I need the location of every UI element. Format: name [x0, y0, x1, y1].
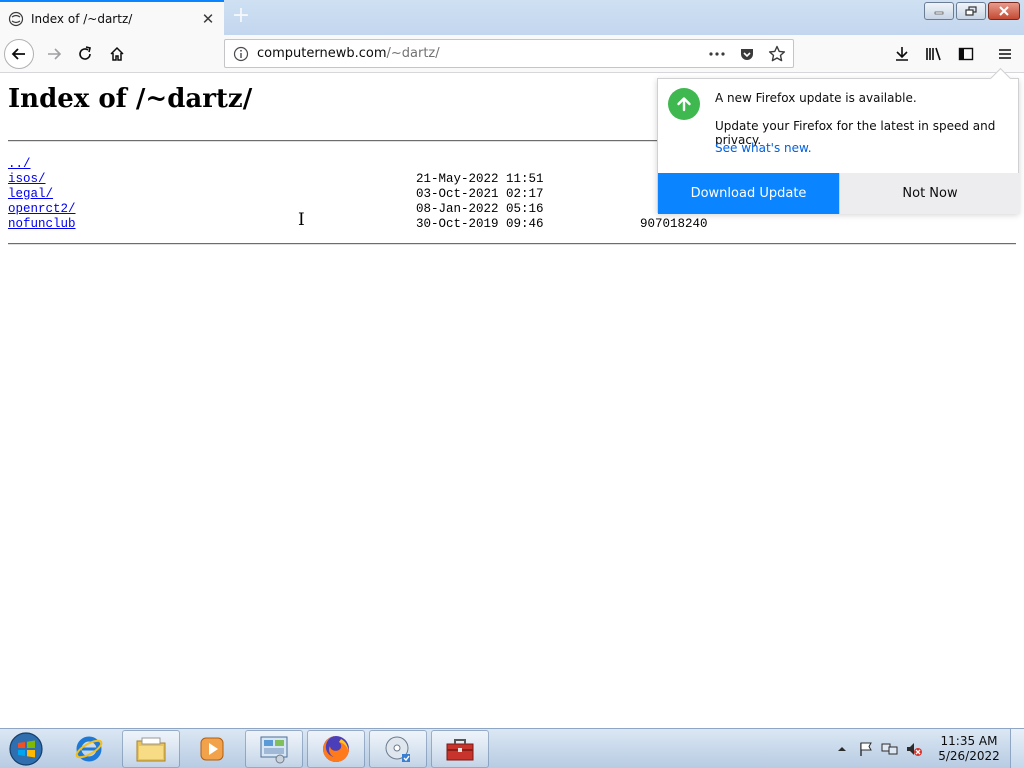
- network-icon[interactable]: [880, 739, 900, 759]
- update-title: A new Firefox update is available.: [715, 91, 917, 105]
- update-buttons: Download Update Not Now: [658, 173, 1020, 214]
- media-player-icon: [200, 737, 224, 761]
- restore-icon: [965, 6, 977, 16]
- sidebar-button[interactable]: [954, 42, 978, 66]
- entry-link[interactable]: openrct2/: [8, 202, 76, 217]
- window-controls: [924, 2, 1020, 20]
- entry-date: 30-Oct-2019 09:46: [416, 217, 544, 231]
- whats-new-link[interactable]: See what's new.: [715, 141, 812, 155]
- download-update-button[interactable]: Download Update: [658, 173, 839, 214]
- forward-arrow-icon: [48, 48, 62, 60]
- hamburger-menu-icon: [999, 49, 1011, 59]
- home-icon: [110, 46, 124, 61]
- control-panel-icon: [260, 736, 288, 764]
- tab-title: Index of /~dartz/: [31, 12, 133, 26]
- taskbar: 11:35 AM 5/26/2022: [0, 728, 1024, 768]
- update-arrow-icon: [668, 88, 700, 120]
- url-host: computernewb.com: [257, 46, 387, 61]
- close-window-button[interactable]: [988, 2, 1020, 20]
- library-button[interactable]: [922, 42, 946, 66]
- system-tray: 11:35 AM 5/26/2022: [830, 729, 1024, 768]
- show-desktop-button[interactable]: [1010, 729, 1024, 768]
- back-arrow-icon: [11, 48, 25, 60]
- text-cursor-icon: I: [298, 210, 305, 230]
- taskbar-toolbox[interactable]: [431, 730, 489, 768]
- site-info-icon[interactable]: [233, 46, 249, 62]
- show-hidden-icons-icon[interactable]: [832, 739, 852, 759]
- windows-start-icon: [9, 732, 43, 766]
- taskbar-firefox[interactable]: [307, 730, 365, 768]
- taskbar-control-panel[interactable]: [245, 730, 303, 768]
- entry-link[interactable]: ../: [8, 157, 31, 172]
- page-actions: [707, 44, 787, 64]
- page-heading: Index of /~dartz/: [8, 84, 253, 114]
- download-icon: [896, 47, 908, 61]
- entry-date: 08-Jan-2022 05:16: [416, 202, 544, 216]
- tab-active[interactable]: Index of /~dartz/ ✕: [0, 0, 224, 36]
- home-button[interactable]: [102, 39, 132, 69]
- page-actions-menu-icon[interactable]: [707, 44, 727, 64]
- forward-button[interactable]: [39, 39, 69, 69]
- back-button[interactable]: [4, 39, 34, 69]
- entry-date: 03-Oct-2021 02:17: [416, 187, 544, 201]
- sidebar-icon: [958, 47, 974, 61]
- minimize-icon: [934, 11, 944, 15]
- favicon-icon: [8, 11, 24, 27]
- clock-time: 11:35 AM: [940, 734, 998, 748]
- url-path: /~dartz/: [386, 46, 440, 61]
- entry-link[interactable]: nofunclub: [8, 217, 76, 232]
- toolbox-icon: [446, 739, 474, 761]
- clock-date: 5/26/2022: [938, 749, 1000, 763]
- navigation-toolbar: computernewb.com/~dartz/: [0, 35, 1024, 73]
- start-button[interactable]: [4, 730, 48, 768]
- minimize-button[interactable]: [924, 2, 954, 20]
- taskbar-media-player[interactable]: [183, 730, 241, 768]
- address-bar[interactable]: computernewb.com/~dartz/: [224, 39, 794, 68]
- close-icon: [999, 6, 1009, 16]
- downloads-button[interactable]: [890, 42, 914, 66]
- entry-link[interactable]: isos/: [8, 172, 46, 187]
- action-center-flag-icon[interactable]: [856, 739, 876, 759]
- folder-icon: [136, 737, 166, 762]
- bookmark-star-icon[interactable]: [767, 44, 787, 64]
- disc-icon: [385, 736, 410, 762]
- taskbar-windows-explorer[interactable]: [122, 730, 180, 768]
- tab-close-icon[interactable]: ✕: [200, 11, 216, 27]
- taskbar-disc-utility[interactable]: [369, 730, 427, 768]
- url-text[interactable]: computernewb.com/~dartz/: [257, 46, 707, 61]
- library-icon: [926, 47, 941, 61]
- bottom-divider: [8, 243, 1016, 245]
- system-clock[interactable]: 11:35 AM 5/26/2022: [934, 734, 1004, 764]
- pocket-icon[interactable]: [737, 44, 757, 64]
- entry-link[interactable]: legal/: [8, 187, 53, 202]
- reload-icon: [79, 46, 91, 60]
- update-notification-panel: A new Firefox update is available. Updat…: [657, 78, 1020, 214]
- firefox-icon: [323, 736, 349, 762]
- entry-size: 907018240: [640, 217, 708, 231]
- taskbar-internet-explorer[interactable]: [60, 730, 118, 768]
- reload-button[interactable]: [70, 39, 100, 69]
- not-now-button[interactable]: Not Now: [839, 173, 1020, 214]
- new-tab-button[interactable]: +: [229, 5, 253, 29]
- entry-date: 21-May-2022 11:51: [416, 172, 544, 186]
- title-bar: Index of /~dartz/ ✕ +: [0, 0, 1024, 36]
- menu-button[interactable]: [993, 42, 1017, 66]
- internet-explorer-icon: [75, 736, 103, 762]
- volume-muted-icon[interactable]: [904, 739, 924, 759]
- restore-button[interactable]: [956, 2, 986, 20]
